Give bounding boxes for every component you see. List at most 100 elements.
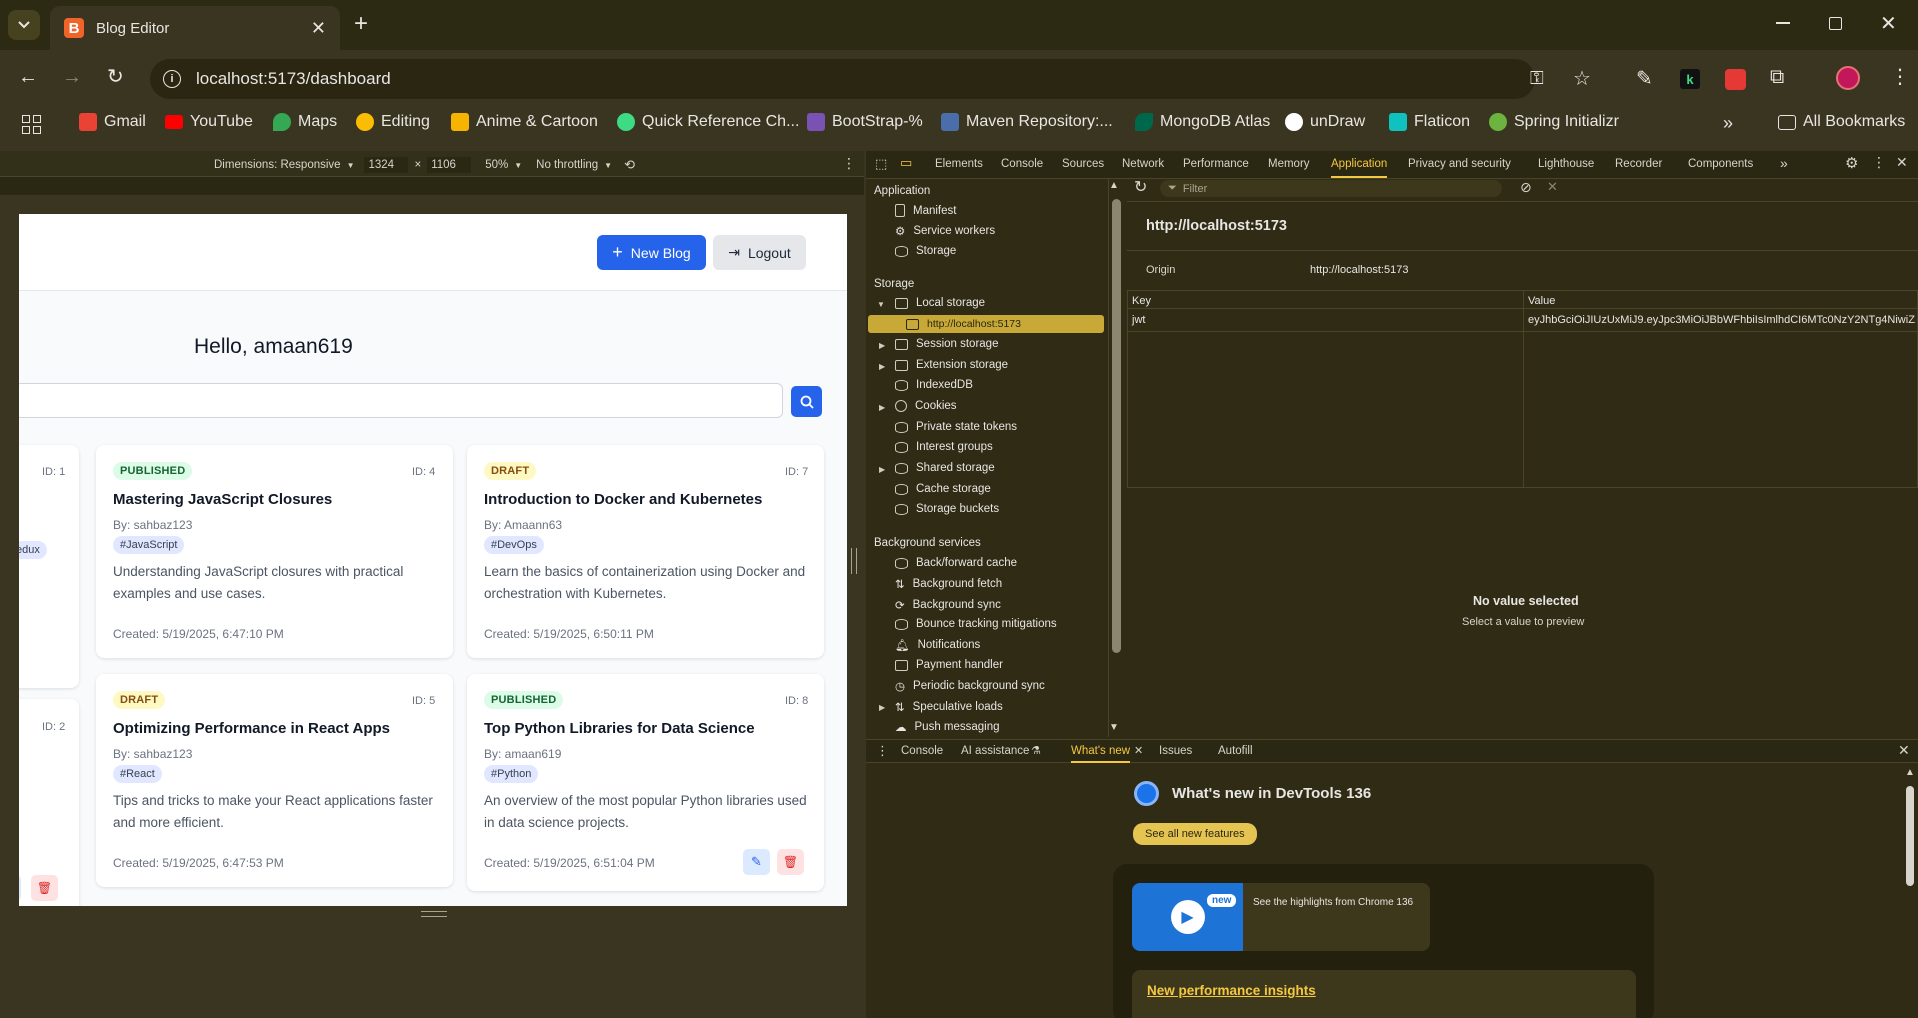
drawer-scrollbar[interactable]: [1906, 786, 1914, 886]
rotate-icon[interactable]: ⟲: [624, 157, 635, 173]
table-row[interactable]: jwt eyJhbGciOiJIUzUxMiJ9.eyJpc3MiOiJBbWF…: [1127, 309, 1918, 332]
bookmark-bootstrap[interactable]: BootStrap-%: [807, 113, 923, 131]
expand-arrow-icon[interactable]: ▶: [879, 341, 885, 350]
filter-input[interactable]: ⏷ Filter: [1160, 180, 1502, 197]
sidebar-scrollbar[interactable]: [1112, 199, 1121, 653]
more-tabs-icon[interactable]: »: [1780, 155, 1788, 171]
bookmark-spring[interactable]: Spring Initializr: [1489, 113, 1619, 131]
tab-elements[interactable]: Elements: [935, 158, 983, 170]
throttle-dropdown[interactable]: No throttling: [536, 159, 598, 171]
bookmark-mongodb[interactable]: MongoDB Atlas: [1135, 113, 1270, 131]
bookmark-maven[interactable]: Maven Repository:...: [941, 113, 1113, 131]
url-text[interactable]: localhost:5173/dashboard: [196, 69, 391, 89]
bookmark-flaticon[interactable]: Flaticon: [1389, 113, 1470, 131]
blog-card[interactable]: DRAFT ID: 5 Optimizing Performance in Re…: [96, 674, 453, 887]
reload-button[interactable]: ↻: [107, 64, 124, 89]
viewport-resize-handle[interactable]: [851, 548, 857, 574]
back-button[interactable]: ←: [18, 66, 38, 89]
bookmark-star-icon[interactable]: ☆: [1573, 66, 1591, 91]
delete-button[interactable]: 🗑: [777, 849, 804, 875]
profile-avatar[interactable]: [1836, 66, 1860, 90]
tab-components[interactable]: Components: [1688, 158, 1753, 170]
tab-performance[interactable]: Performance: [1183, 158, 1249, 170]
delete-selected-icon[interactable]: ✕: [1547, 179, 1558, 195]
drawer-tab-autofill[interactable]: Autofill: [1218, 745, 1253, 757]
expand-arrow-icon[interactable]: ▶: [879, 362, 885, 371]
bookmark-quick-reference[interactable]: Quick Reference Ch...: [617, 113, 799, 131]
sidebar-item-cookies[interactable]: Cookies: [895, 400, 957, 412]
password-key-icon[interactable]: ⚿: [1530, 68, 1544, 89]
drawer-menu-icon[interactable]: ⋮: [876, 743, 889, 759]
sidebar-item-session-storage[interactable]: Session storage: [895, 338, 998, 350]
bookmark-youtube[interactable]: YouTube: [165, 113, 253, 131]
close-window-button[interactable]: ✕: [1880, 11, 1897, 36]
width-input[interactable]: 1324: [364, 157, 409, 173]
tab-privacy-security[interactable]: Privacy and security: [1408, 158, 1511, 170]
inspect-element-icon[interactable]: ⬚: [875, 156, 887, 172]
blog-card[interactable]: PUBLISHED ID: 8 Top Python Libraries for…: [467, 674, 824, 891]
key-column-header[interactable]: Key: [1132, 295, 1151, 307]
all-bookmarks[interactable]: All Bookmarks: [1778, 113, 1905, 131]
tab-memory[interactable]: Memory: [1268, 158, 1310, 170]
edit-button[interactable]: [19, 875, 21, 901]
bookmark-maps[interactable]: Maps: [273, 113, 337, 131]
sidebar-item-notifications[interactable]: 🔔︎ Notifications: [895, 638, 980, 652]
new-blog-button[interactable]: + New Blog: [597, 235, 706, 270]
close-whats-new-icon[interactable]: ✕: [1134, 744, 1143, 757]
sidebar-item-cache-storage[interactable]: Cache storage: [895, 483, 991, 495]
bookmark-editing[interactable]: Editing: [356, 113, 430, 131]
more-bookmarks-icon[interactable]: »: [1723, 113, 1733, 134]
close-drawer-icon[interactable]: ✕: [1898, 742, 1910, 759]
forward-button[interactable]: →: [62, 66, 82, 89]
drawer-tab-whats-new[interactable]: What's new: [1071, 745, 1131, 763]
dimensions-dropdown[interactable]: Dimensions: Responsive: [214, 159, 341, 171]
refresh-icon[interactable]: ↻: [1134, 177, 1147, 197]
search-button[interactable]: [791, 386, 822, 417]
browser-menu-icon[interactable]: ⋮: [1890, 64, 1910, 89]
sidebar-item-background-fetch[interactable]: ⇅ Background fetch: [895, 577, 1002, 591]
sidebar-item-background-sync[interactable]: ⟳ Background sync: [895, 598, 1001, 612]
value-column-header[interactable]: Value: [1528, 295, 1555, 307]
eyedropper-extension-icon[interactable]: ✎: [1636, 66, 1653, 91]
sidebar-item-localhost[interactable]: http://localhost:5173: [906, 318, 1021, 330]
restore-button[interactable]: [1829, 17, 1842, 30]
sidebar-item-storage[interactable]: Storage: [895, 245, 956, 257]
sidebar-item-manifest[interactable]: Manifest: [895, 204, 956, 217]
browser-tab[interactable]: B Blog Editor ✕: [50, 6, 340, 50]
sidebar-item-periodic-sync[interactable]: ◷ Periodic background sync: [895, 679, 1045, 693]
tab-lighthouse[interactable]: Lighthouse: [1538, 158, 1594, 170]
zoom-dropdown[interactable]: 50%: [485, 159, 508, 171]
expand-arrow-icon[interactable]: ▶: [879, 703, 885, 712]
blog-card[interactable]: PUBLISHED ID: 4 Mastering JavaScript Clo…: [96, 445, 453, 658]
expand-arrow-icon[interactable]: ▼: [877, 300, 885, 309]
sidebar-item-private-state-tokens[interactable]: Private state tokens: [895, 421, 1017, 433]
perf-insights-link[interactable]: New performance insights: [1147, 983, 1316, 998]
logout-button[interactable]: ⇥ Logout: [713, 235, 806, 270]
sidebar-item-speculative-loads[interactable]: ⇅ Speculative loads: [895, 700, 1003, 714]
sidebar-item-storage-buckets[interactable]: Storage buckets: [895, 503, 999, 515]
blog-card-partial-2[interactable]: ID: 2 🗑: [19, 699, 79, 906]
tab-application[interactable]: Application: [1331, 158, 1388, 178]
bookmark-gmail[interactable]: Gmail: [79, 113, 146, 131]
device-toolbar-menu-icon[interactable]: ⋮: [842, 155, 856, 172]
drawer-scroll-up-icon[interactable]: ▲: [1905, 767, 1915, 778]
sidebar-item-local-storage[interactable]: Local storage: [895, 297, 985, 309]
tab-search-button[interactable]: [8, 10, 40, 40]
extensions-puzzle-icon[interactable]: ⧉: [1770, 66, 1784, 89]
expand-arrow-icon[interactable]: ▶: [879, 465, 885, 474]
delete-button[interactable]: 🗑: [31, 875, 58, 901]
card-title[interactable]: Mastering JavaScript Closures: [113, 491, 332, 508]
drawer-tab-ai[interactable]: AI assistance: [961, 745, 1029, 757]
k-extension-icon[interactable]: k: [1680, 69, 1700, 89]
apps-grid-icon[interactable]: [22, 115, 41, 134]
height-input[interactable]: 1106: [427, 157, 472, 173]
new-tab-button[interactable]: +: [354, 10, 368, 38]
drawer-tab-console[interactable]: Console: [901, 745, 943, 757]
viewport-bottom-handle[interactable]: [421, 911, 447, 917]
card-title[interactable]: Optimizing Performance in React Apps: [113, 720, 390, 737]
blog-card[interactable]: DRAFT ID: 7 Introduction to Docker and K…: [467, 445, 824, 658]
tab-recorder[interactable]: Recorder: [1615, 158, 1662, 170]
red-extension-icon[interactable]: [1725, 69, 1746, 90]
site-info-icon[interactable]: i: [163, 70, 181, 88]
tab-sources[interactable]: Sources: [1062, 158, 1104, 170]
